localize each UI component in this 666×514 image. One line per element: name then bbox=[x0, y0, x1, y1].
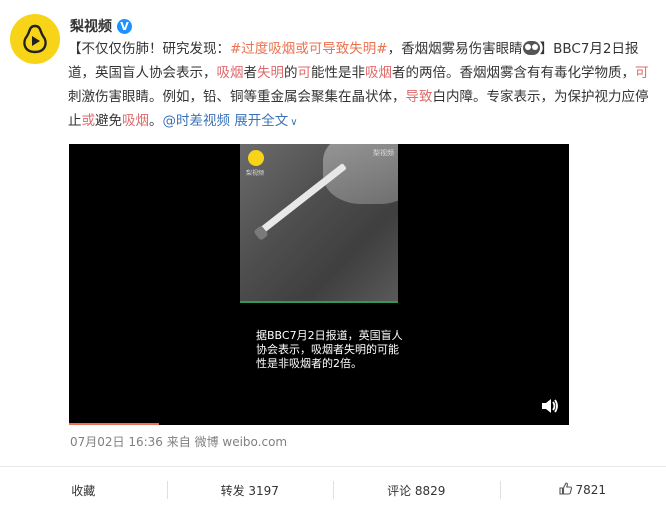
pear-logo-icon bbox=[248, 150, 264, 166]
highlight-text: 导致 bbox=[405, 89, 433, 105]
text-run: 【不仅仅伤肺！研究发现： bbox=[68, 41, 230, 57]
like-count: 7821 bbox=[575, 483, 607, 497]
highlight-text: 吸烟 bbox=[216, 65, 244, 81]
highlight-text: 吸烟 bbox=[365, 65, 392, 81]
highlight-text: 可 bbox=[297, 65, 312, 81]
text-run: 的 bbox=[284, 65, 298, 81]
video-player[interactable]: 梨视频 梨视频 据BBC7月2日报道，英国盲人协会表示，吸烟者失明的可能性是非吸… bbox=[69, 144, 569, 425]
frame-label: 梨视频 bbox=[246, 170, 265, 177]
repost-label: 转发 3197 bbox=[220, 483, 279, 498]
highlight-text: 吸烟 bbox=[122, 113, 149, 129]
highlight-text: 或 bbox=[81, 113, 96, 129]
repost-button[interactable]: 转发 3197 bbox=[166, 467, 334, 513]
thumbs-up-icon bbox=[559, 482, 573, 498]
favorite-label: 收藏 bbox=[71, 483, 96, 498]
hashtag-link[interactable]: #过度吸烟或可导致失明# bbox=[230, 41, 388, 57]
video-frame: 梨视频 梨视频 bbox=[240, 144, 398, 303]
highlight-text: 失明 bbox=[257, 65, 284, 81]
chevron-down-icon[interactable]: ∨ bbox=[290, 111, 297, 135]
avatar[interactable] bbox=[10, 14, 60, 64]
expand-full-text-link[interactable]: 展开全文 bbox=[234, 113, 288, 129]
text-run: 避免 bbox=[95, 113, 122, 129]
like-button[interactable]: 7821 bbox=[499, 467, 666, 513]
post-meta: 07月02日 16:36 来自 微博 weibo.com bbox=[70, 435, 288, 449]
text-run: 刺激伤害眼睛。例如，铅、铜等重金属会聚集在晶状体， bbox=[68, 89, 406, 105]
video-subtitle: 据BBC7月2日报道，英国盲人协会表示，吸烟者失明的可能性是非吸烟者的2倍。 bbox=[256, 329, 403, 370]
weibo-post: 梨视频 V 【不仅仅伤肺！研究发现：#过度吸烟或可导致失明#，香烟烟雾易伤害眼睛… bbox=[0, 0, 666, 514]
author: 梨视频 V bbox=[70, 16, 132, 36]
pear-logo-icon bbox=[23, 24, 47, 54]
post-text: 【不仅仅伤肺！研究发现：#过度吸烟或可导致失明#，香烟烟雾易伤害眼睛 】BBC7月… bbox=[68, 37, 656, 135]
owl-emoji-icon bbox=[522, 41, 540, 55]
verified-icon: V bbox=[117, 18, 132, 34]
action-bar: 收藏 转发 3197 评论 8829 7821 bbox=[0, 467, 666, 513]
text-run: 者 bbox=[243, 65, 258, 81]
video-progress-bar[interactable] bbox=[69, 423, 159, 425]
comment-label: 评论 8829 bbox=[387, 483, 446, 498]
volume-icon[interactable] bbox=[541, 398, 559, 418]
mention-link[interactable]: @时差视频 bbox=[163, 113, 231, 129]
highlight-text: 可 bbox=[635, 65, 649, 81]
comment-button[interactable]: 评论 8829 bbox=[333, 467, 500, 513]
text-run: ，香烟烟雾易伤害眼睛 bbox=[387, 41, 523, 57]
text-run: 。 bbox=[149, 113, 163, 129]
text-run: 者的两倍。香烟烟雾含有有毒化学物质， bbox=[392, 65, 635, 81]
author-name[interactable]: 梨视频 bbox=[70, 16, 112, 36]
frame-watermark: 梨视频 bbox=[373, 149, 394, 157]
text-run: 能性是非 bbox=[311, 65, 365, 81]
favorite-button[interactable]: 收藏 bbox=[0, 467, 167, 513]
